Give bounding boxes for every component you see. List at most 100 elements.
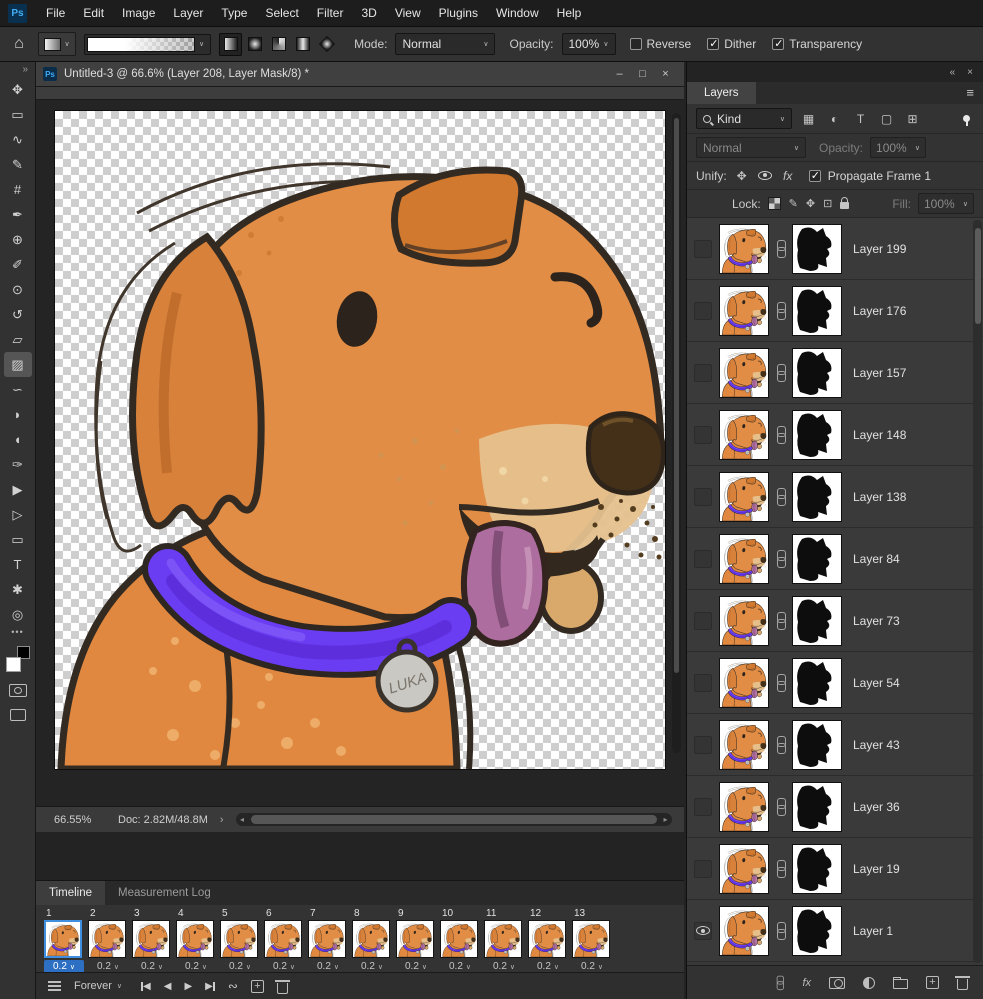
smart-object-filter-icon[interactable]: ⊞ [903, 109, 922, 128]
layer-visibility-toggle[interactable] [694, 859, 712, 878]
toggle-dither[interactable]: Dither [707, 37, 756, 51]
layer-visibility-toggle[interactable] [694, 921, 712, 940]
timeline-frame[interactable]: 12 0.2 ∨ [528, 908, 572, 973]
mask-link-icon[interactable] [776, 859, 786, 878]
layer-thumbnail[interactable] [720, 720, 768, 769]
layer-row[interactable]: Layer 199 [687, 218, 983, 280]
frame-thumbnail[interactable] [44, 920, 82, 958]
mask-link-icon[interactable] [776, 549, 786, 568]
layer-row[interactable]: Layer 84 [687, 528, 983, 590]
scrollbar-thumb[interactable] [250, 815, 657, 824]
scrollbar-track[interactable] [249, 813, 659, 826]
layer-mask-thumbnail[interactable] [793, 658, 841, 707]
layer-thumbnail[interactable] [720, 410, 768, 459]
menu-item-type[interactable]: Type [212, 0, 256, 26]
frame-thumbnail[interactable] [572, 920, 610, 958]
layer-row[interactable]: Layer 148 [687, 404, 983, 466]
layer-mask-thumbnail[interactable] [793, 410, 841, 459]
blur-tool[interactable]: ◗ [4, 402, 32, 427]
angle-gradient-button[interactable] [267, 33, 290, 56]
toggle-reverse[interactable]: Reverse [629, 37, 691, 51]
layer-mask-thumbnail[interactable] [793, 906, 841, 955]
brush-tool[interactable]: ✐ [4, 252, 32, 277]
frame-thumbnail[interactable] [528, 920, 566, 958]
layer-visibility-toggle[interactable] [694, 425, 712, 444]
timeline-frame[interactable]: 13 0.2 ∨ [572, 908, 616, 973]
layer-mask-thumbnail[interactable] [793, 782, 841, 831]
gradient-editor[interactable]: ∨ [84, 33, 212, 55]
smudge-tool[interactable]: ∽ [4, 377, 32, 402]
layer-mask-thumbnail[interactable] [793, 224, 841, 273]
layer-visibility-toggle[interactable] [694, 301, 712, 320]
tab-timeline[interactable]: Timeline [36, 881, 106, 905]
reflected-gradient-button[interactable] [291, 33, 314, 56]
healing-brush-tool[interactable]: ⊕ [4, 227, 32, 252]
layer-mask-thumbnail[interactable] [793, 720, 841, 769]
collapse-panels-icon[interactable]: « [950, 67, 956, 78]
linear-gradient-button[interactable] [219, 32, 243, 56]
layer-mask-thumbnail[interactable] [793, 348, 841, 397]
unify-position-icon[interactable]: ✥ [734, 169, 750, 183]
menu-item-edit[interactable]: Edit [74, 0, 113, 26]
frame-thumbnail[interactable] [396, 920, 434, 958]
mask-link-icon[interactable] [776, 301, 786, 320]
previous-frame-button[interactable]: ◀ [164, 981, 172, 992]
mode-select[interactable]: Normal ∨ [395, 33, 496, 55]
layer-thumbnail[interactable] [720, 472, 768, 521]
menu-item-image[interactable]: Image [113, 0, 164, 26]
frame-thumbnail[interactable] [264, 920, 302, 958]
mask-link-icon[interactable] [776, 239, 786, 258]
timeline-frame[interactable]: 1 0.2 ∨ [44, 908, 88, 973]
frame-thumbnail[interactable] [352, 920, 390, 958]
menu-item-layer[interactable]: Layer [164, 0, 212, 26]
maximize-button[interactable]: □ [631, 68, 654, 80]
timeline-frame[interactable]: 6 0.2 ∨ [264, 908, 308, 973]
mask-link-icon[interactable] [776, 487, 786, 506]
checkbox[interactable] [772, 37, 785, 50]
timeline-frame[interactable]: 9 0.2 ∨ [396, 908, 440, 973]
frame-thumbnail[interactable] [440, 920, 478, 958]
delete-frame-icon[interactable] [274, 979, 290, 994]
gradient-preview[interactable] [87, 36, 195, 52]
menu-item-plugins[interactable]: Plugins [430, 0, 487, 26]
layer-visibility-toggle[interactable] [694, 239, 712, 258]
menu-item-window[interactable]: Window [487, 0, 548, 26]
layer-thumbnail[interactable] [720, 906, 768, 955]
layer-visibility-toggle[interactable] [694, 611, 712, 630]
layer-visibility-toggle[interactable] [694, 735, 712, 754]
checkbox[interactable] [629, 38, 642, 50]
layer-row[interactable]: Layer 54 [687, 652, 983, 714]
timeline-menu-icon[interactable] [48, 981, 61, 991]
loop-count-select[interactable]: Forever ∨ [74, 980, 122, 992]
frame-thumbnail[interactable] [308, 920, 346, 958]
frame-thumbnail[interactable] [88, 920, 126, 958]
close-button[interactable]: × [654, 68, 677, 80]
layer-row[interactable]: Layer 1 [687, 900, 983, 962]
minimize-button[interactable]: – [608, 68, 631, 80]
toggle-transparency[interactable]: Transparency [772, 37, 862, 51]
vertical-scrollbar[interactable] [672, 113, 681, 753]
tool-preset-picker[interactable]: ∨ [38, 32, 76, 56]
frame-thumbnail[interactable] [484, 920, 522, 958]
screen-mode-icon[interactable] [9, 709, 26, 721]
direct-selection-tool[interactable]: ▷ [4, 502, 32, 527]
eyedropper-tool[interactable]: ✒ [4, 202, 32, 227]
tab-layers[interactable]: Layers [687, 82, 756, 104]
propagate-checkbox[interactable] [808, 169, 821, 182]
frame-thumbnail[interactable] [132, 920, 170, 958]
layer-thumbnail[interactable] [720, 658, 768, 707]
quick-selection-tool[interactable]: ✎ [4, 152, 32, 177]
quick-mask-icon[interactable] [8, 684, 27, 697]
menu-item-view[interactable]: View [386, 0, 430, 26]
duplicate-frame-icon[interactable] [250, 979, 264, 993]
pixel-layer-filter-icon[interactable]: ▦ [799, 109, 818, 128]
layer-row[interactable]: Layer 43 [687, 714, 983, 776]
layer-mask-thumbnail[interactable] [793, 596, 841, 645]
lasso-tool[interactable]: ∿ [4, 127, 32, 152]
layer-visibility-toggle[interactable] [694, 363, 712, 382]
mask-link-icon[interactable] [776, 735, 786, 754]
lock-transparency-icon[interactable] [767, 197, 781, 210]
menu-item-select[interactable]: Select [256, 0, 307, 26]
lock-artboard-icon[interactable]: ⊡ [823, 197, 832, 210]
new-layer-icon[interactable] [926, 976, 939, 989]
